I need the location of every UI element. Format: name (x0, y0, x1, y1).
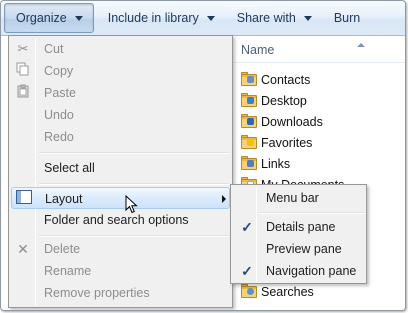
menu-item-label: Remove properties (44, 286, 150, 300)
submenu-item-label: Details pane (266, 220, 336, 234)
menu-item-label: Select all (44, 161, 95, 175)
desktop-folder-icon (241, 93, 257, 107)
menu-separator (39, 183, 229, 185)
organize-button[interactable]: Organize (4, 3, 94, 33)
file-name: Downloads (261, 114, 323, 129)
menu-item-label: Copy (44, 64, 74, 78)
contacts-folder-icon (241, 72, 257, 86)
delete-x-icon: ✕ (17, 241, 29, 257)
menu-item-remove-properties[interactable]: Remove properties (11, 282, 230, 304)
paste-icon (14, 84, 32, 102)
menu-item-label: Folder and search options (44, 213, 189, 227)
menu-item-rename[interactable]: Rename (11, 260, 230, 282)
submenu-item-details-pane[interactable]: ✓ Details pane (233, 216, 364, 238)
layout-submenu: Menu bar ✓ Details pane Preview pane ✓ N… (230, 184, 367, 284)
mouse-cursor-icon (125, 195, 138, 214)
favorites-folder-icon (241, 135, 257, 149)
menu-item-select-all[interactable]: Select all (11, 157, 230, 179)
organize-label: Organize (16, 11, 67, 25)
chevron-down-icon (303, 15, 312, 21)
searches-folder-icon (241, 284, 257, 298)
menu-item-redo[interactable]: Redo (11, 126, 230, 148)
menu-item-label: Redo (44, 130, 74, 144)
name-column-header[interactable]: Name (233, 37, 405, 63)
include-in-library-label: Include in library (107, 11, 199, 25)
layout-icon (15, 190, 33, 208)
submenu-item-label: Menu bar (266, 191, 319, 205)
menu-item-undo[interactable]: Undo (11, 104, 230, 126)
chevron-right-icon (222, 195, 226, 203)
chevron-down-icon (74, 15, 83, 21)
submenu-item-menu-bar[interactable]: Menu bar (233, 187, 364, 209)
explorer-window: Organize Include in library Share with B… (0, 0, 406, 311)
share-with-label: Share with (236, 11, 296, 25)
file-name: Searches (261, 284, 314, 299)
menu-item-paste[interactable]: Paste (11, 82, 230, 104)
menu-item-label: Layout (45, 192, 83, 206)
menu-item-folder-and-search-options[interactable]: Folder and search options (11, 209, 230, 231)
file-name: Links (261, 156, 291, 171)
copy-icon (14, 62, 32, 80)
file-row-favorites[interactable]: Favorites (241, 132, 312, 153)
menu-item-cut[interactable]: ✂ Cut (11, 38, 230, 60)
menu-item-label: Rename (44, 264, 92, 278)
file-row-links[interactable]: Links (241, 153, 290, 174)
sort-ascending-icon (357, 43, 365, 47)
menu-separator (39, 152, 229, 154)
menu-item-layout[interactable]: Layout (11, 187, 230, 209)
share-with-button[interactable]: Share with (229, 3, 320, 33)
submenu-item-preview-pane[interactable]: Preview pane (233, 238, 364, 260)
checkmark-icon: ✓ (241, 263, 253, 279)
menu-item-label: Undo (44, 108, 74, 122)
submenu-item-label: Preview pane (266, 242, 342, 256)
menu-item-delete[interactable]: ✕ Delete (11, 238, 230, 260)
menu-item-label: Cut (44, 42, 64, 56)
menu-item-label: Delete (44, 242, 81, 256)
name-column-label: Name (241, 42, 275, 57)
scissors-icon: ✂ (17, 41, 29, 56)
chevron-down-icon (206, 15, 215, 21)
submenu-item-navigation-pane[interactable]: ✓ Navigation pane (233, 260, 364, 282)
file-row-searches[interactable]: Searches (241, 281, 314, 302)
file-name: Contacts (261, 72, 311, 87)
menu-item-label: Paste (44, 86, 76, 100)
file-name: Desktop (261, 93, 307, 108)
burn-label: Burn (333, 11, 361, 25)
menu-item-copy[interactable]: Copy (11, 60, 230, 82)
include-in-library-button[interactable]: Include in library (100, 3, 223, 33)
menu-separator (260, 212, 364, 214)
links-folder-icon (241, 156, 257, 170)
downloads-folder-icon (241, 114, 257, 128)
file-row-downloads[interactable]: Downloads (241, 111, 323, 132)
checkmark-icon: ✓ (241, 219, 253, 235)
menu-separator (39, 235, 229, 237)
organize-menu: ✂ Cut Copy Paste Undo Redo Select all La… (8, 35, 233, 308)
file-name: Favorites (261, 135, 313, 150)
burn-button[interactable]: Burn (326, 3, 368, 33)
command-bar: Organize Include in library Share with B… (1, 1, 405, 36)
submenu-item-label: Navigation pane (266, 264, 357, 278)
file-row-contacts[interactable]: Contacts (241, 69, 310, 90)
file-row-desktop[interactable]: Desktop (241, 90, 307, 111)
